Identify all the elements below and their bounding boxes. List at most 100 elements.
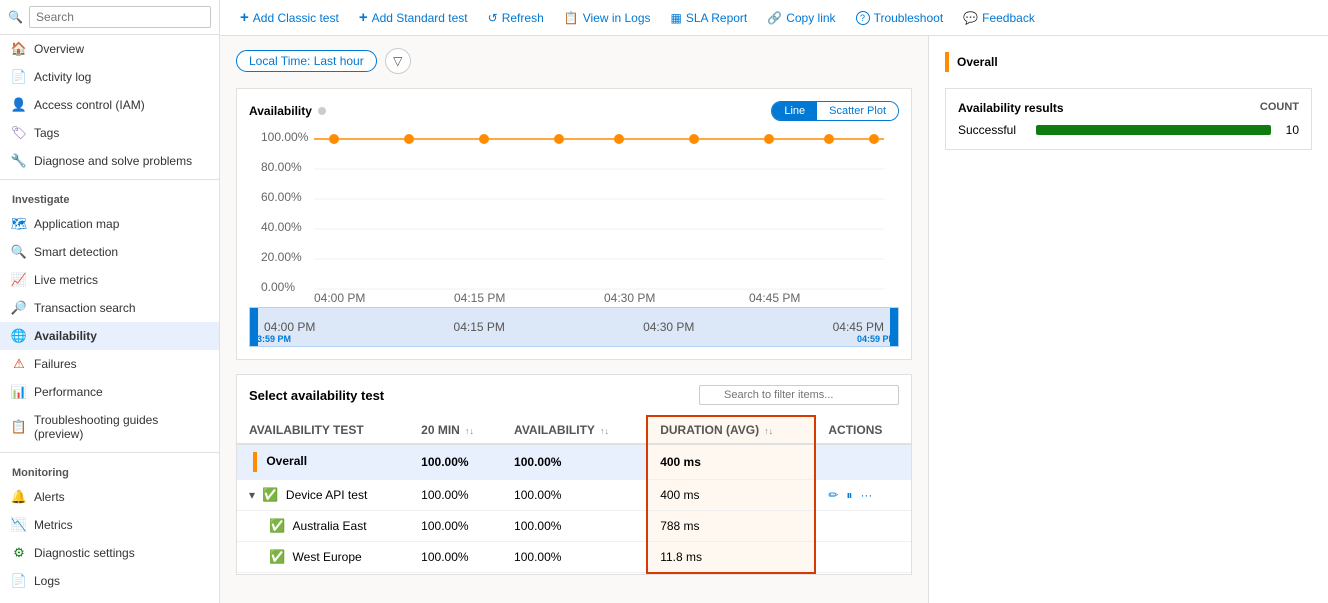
table-search-wrap: 🔍 — [699, 385, 899, 405]
sidebar-item-metrics[interactable]: 📉 Metrics — [0, 511, 219, 539]
refresh-button[interactable]: ↺ Refresh — [480, 8, 552, 28]
view-logs-icon: 📋 — [564, 11, 579, 25]
sidebar-item-troubleshooting[interactable]: 📋 Troubleshooting guides (preview) — [0, 406, 219, 448]
diagnostic-settings-icon: ⚙ — [12, 546, 26, 560]
svg-text:100.00%: 100.00% — [261, 130, 309, 144]
smart-detection-icon: 🔍 — [12, 245, 26, 259]
table-row-australia-east: ✅ Australia East 100.00% 100.00% 788 ms — [237, 511, 911, 542]
sort-icon-duration[interactable]: ↑↓ — [764, 426, 773, 436]
sidebar-item-availability[interactable]: 🌐 Availability — [0, 322, 219, 350]
slider-time-2: 04:15 PM — [454, 320, 505, 334]
sidebar-item-activity-log[interactable]: 📄 Activity log — [0, 63, 219, 91]
availability-table: AVAILABILITY TEST 20 MIN ↑↓ AVAILABILITY… — [237, 415, 911, 574]
sidebar-item-alerts[interactable]: 🔔 Alerts — [0, 483, 219, 511]
panel-title-text: Overall — [957, 55, 998, 69]
time-slider[interactable]: 04:00 PM 04:15 PM 04:30 PM 04:45 PM 03:5… — [249, 307, 899, 347]
col-header-actions: ACTIONS — [815, 416, 911, 444]
sidebar-item-failures[interactable]: ⚠ Failures — [0, 350, 219, 378]
scatter-plot-button[interactable]: Scatter Plot — [817, 102, 898, 120]
avail-bar — [1036, 125, 1271, 135]
device-api-name-cell: ▾ ✅ Device API test — [237, 480, 409, 511]
more-icon[interactable]: ··· — [860, 488, 872, 502]
sidebar-item-tags[interactable]: 🏷 Tags — [0, 119, 219, 147]
avail-bar-wrap — [1036, 125, 1271, 135]
transaction-search-icon: 🔎 — [12, 301, 26, 315]
sidebar-label-live-metrics: Live metrics — [34, 273, 98, 287]
chart-toggle: Line Scatter Plot — [771, 101, 899, 121]
device-api-duration: 400 ms — [647, 480, 815, 511]
table-search-input[interactable] — [699, 385, 899, 405]
svg-text:04:15 PM: 04:15 PM — [454, 291, 505, 304]
feedback-button[interactable]: 💬 Feedback — [955, 8, 1043, 28]
filter-bar: Local Time: Last hour ▽ — [236, 48, 912, 74]
australia-east-actions — [815, 511, 911, 542]
sidebar-label-overview: Overview — [34, 42, 84, 56]
west-europe-duration: 11.8 ms — [647, 542, 815, 573]
sidebar-item-diagnose[interactable]: 🔧 Diagnose and solve problems — [0, 147, 219, 175]
australia-east-name-cell: ✅ Australia East — [237, 511, 409, 542]
sidebar-item-transaction-search[interactable]: 🔎 Transaction search — [0, 294, 219, 322]
sidebar-label-logs: Logs — [34, 574, 60, 588]
troubleshoot-button[interactable]: ? Troubleshoot — [848, 8, 952, 28]
add-classic-test-button[interactable]: + Add Classic test — [232, 6, 347, 29]
col-header-availability: AVAILABILITY ↑↓ — [502, 416, 647, 444]
troubleshoot-icon: ? — [856, 11, 870, 25]
overall-actions — [815, 444, 911, 480]
col-header-20min: 20 MIN ↑↓ — [409, 416, 502, 444]
view-logs-label: View in Logs — [583, 11, 651, 25]
device-api-name: Device API test — [286, 488, 367, 502]
troubleshoot-label: Troubleshoot — [874, 11, 944, 25]
table-header-bar: Select availability test 🔍 — [237, 375, 911, 415]
tags-icon: 🏷 — [12, 126, 26, 140]
sort-icon-availability[interactable]: ↑↓ — [600, 426, 609, 436]
app-map-icon: 🗺 — [12, 217, 26, 231]
device-api-availability: 100.00% — [502, 480, 647, 511]
sidebar-label-transaction-search: Transaction search — [34, 301, 136, 315]
failures-icon: ⚠ — [12, 357, 26, 371]
filter-funnel-icon: ▽ — [393, 54, 402, 68]
sla-report-label: SLA Report — [686, 11, 747, 25]
logs-icon: 📄 — [12, 574, 26, 588]
count-label: COUNT — [1260, 101, 1299, 115]
australia-east-duration: 788 ms — [647, 511, 815, 542]
sidebar-item-access-control[interactable]: 👤 Access control (IAM) — [0, 91, 219, 119]
panel-card-title-text: Availability results — [958, 101, 1064, 115]
search-input[interactable] — [29, 6, 211, 28]
svg-text:80.00%: 80.00% — [261, 160, 302, 174]
sidebar-item-smart-detection[interactable]: 🔍 Smart detection — [0, 238, 219, 266]
table-row-west-europe: ✅ West Europe 100.00% 100.00% 11.8 ms — [237, 542, 911, 573]
sidebar-item-diagnostic-settings[interactable]: ⚙ Diagnostic settings — [0, 539, 219, 567]
sort-icon-20min[interactable]: ↑↓ — [465, 426, 474, 436]
copy-link-label: Copy link — [786, 11, 835, 25]
refresh-label: Refresh — [502, 11, 544, 25]
edit-icon[interactable]: ✏ — [828, 488, 838, 502]
copy-link-icon: 🔗 — [767, 11, 782, 25]
west-europe-availability: 100.00% — [502, 542, 647, 573]
sidebar-label-activity-log: Activity log — [34, 70, 91, 84]
sidebar-item-application-map[interactable]: 🗺 Application map — [0, 210, 219, 238]
view-in-logs-button[interactable]: 📋 View in Logs — [556, 8, 659, 28]
sidebar-item-live-metrics[interactable]: 📈 Live metrics — [0, 266, 219, 294]
sidebar-item-performance[interactable]: 📊 Performance — [0, 378, 219, 406]
avail-count: 10 — [1279, 123, 1299, 137]
sidebar-label-diagnose: Diagnose and solve problems — [34, 154, 192, 168]
copy-link-button[interactable]: 🔗 Copy link — [759, 8, 843, 28]
sidebar-item-logs[interactable]: 📄 Logs — [0, 567, 219, 595]
content-area: Local Time: Last hour ▽ Availability Lin… — [220, 36, 1328, 603]
time-filter-button[interactable]: Local Time: Last hour — [236, 50, 377, 72]
expand-icon[interactable]: ▾ — [249, 488, 255, 502]
table-title: Select availability test — [249, 388, 384, 403]
section-monitoring: Monitoring — [0, 457, 219, 483]
sidebar-label-smart-detection: Smart detection — [34, 245, 118, 259]
sidebar-item-overview[interactable]: 🏠 Overview — [0, 35, 219, 63]
filter-options-button[interactable]: ▽ — [385, 48, 411, 74]
chart-header: Availability Line Scatter Plot — [249, 101, 899, 121]
panel-card-title: Availability results COUNT — [958, 101, 1299, 115]
sla-report-button[interactable]: ▦ SLA Report — [663, 8, 756, 28]
slider-time-3: 04:30 PM — [643, 320, 694, 334]
pause-icon[interactable]: ⏸ — [846, 488, 852, 503]
line-chart-button[interactable]: Line — [772, 102, 817, 120]
add-standard-test-button[interactable]: + Add Standard test — [351, 6, 476, 29]
availability-chart-section: Availability Line Scatter Plot 100.00% 8… — [236, 88, 912, 360]
sidebar-label-availability: Availability — [34, 329, 97, 343]
